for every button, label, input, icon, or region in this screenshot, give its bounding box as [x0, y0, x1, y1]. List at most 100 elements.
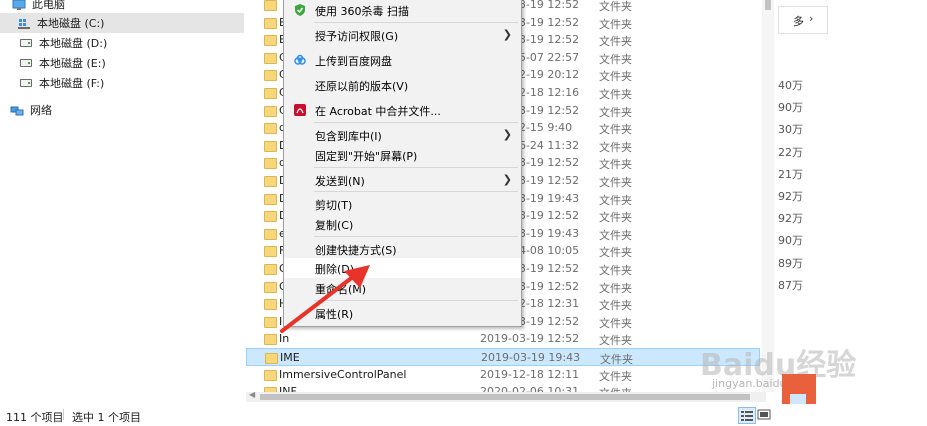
nav-label: 本地磁盘 (E:) — [39, 57, 106, 70]
menu-item-cut[interactable]: 剪切(T) — [284, 194, 521, 214]
drive-icon — [20, 39, 32, 47]
menu-item-pin-start[interactable]: 固定到"开始"屏幕(P) — [284, 145, 521, 165]
menu-label: 上传到百度网盘 — [315, 55, 392, 68]
file-date: 2019-03-19 12:52 — [480, 332, 580, 346]
menu-label: 使用 360杀毒 扫描 — [315, 5, 409, 18]
computer-icon — [12, 0, 26, 10]
thumbnail-preview — [790, 394, 806, 404]
folder-icon — [264, 35, 277, 47]
details-view-icon[interactable] — [738, 407, 756, 424]
nav-item-drive-e[interactable]: 本地磁盘 (E:) — [0, 53, 244, 73]
count-value: 90万 — [778, 234, 803, 248]
network-icon — [10, 105, 24, 116]
menu-item-copy[interactable]: 复制(C) — [284, 214, 521, 234]
window-thumbnail[interactable] — [782, 374, 816, 404]
menu-label: 在 Acrobat 中合并文件... — [315, 105, 441, 118]
right-panel: 多 › 40万 90万 30万 22万 21万 92万 92万 90万 89万 87万 Baidu… — [700, 0, 927, 404]
folder-icon — [264, 228, 277, 240]
count-value: 90万 — [778, 101, 803, 115]
folder-icon — [264, 105, 277, 117]
file-row[interactable]: ImmersiveControlPanel 2019-12-18 12:11 文件夹 — [246, 366, 760, 384]
file-type: 文件夹 — [599, 299, 632, 313]
nav-item-drive-f[interactable]: 本地磁盘 (F:) — [0, 73, 244, 93]
nav-item-this-pc[interactable]: 此电脑 — [0, 0, 244, 14]
nav-label: 本地磁盘 (D:) — [39, 37, 108, 50]
drive-icon — [20, 59, 32, 67]
file-type: 文件夹 — [599, 52, 632, 66]
more-button[interactable]: 多 › — [778, 6, 828, 34]
file-type: 文件夹 — [599, 105, 632, 119]
count-value: 30万 — [778, 123, 803, 137]
navigation-pane: 此电脑 本地磁盘 (C:) 本地磁盘 (D:) 本地磁盘 (E:) 本地磁盘 (… — [0, 0, 244, 404]
large-icons-view-icon[interactable] — [757, 408, 771, 421]
menu-label: 剪切(T) — [315, 199, 353, 212]
file-type: 文件夹 — [600, 353, 633, 366]
nav-label: 网络 — [30, 104, 52, 117]
file-name: IME — [280, 351, 300, 364]
file-type: 文件夹 — [599, 176, 632, 189]
menu-label: 还原以前的版本(V) — [315, 80, 409, 93]
status-bar: 111 个项目 选中 1 个项目 — [0, 404, 927, 424]
folder-icon — [264, 158, 277, 170]
chevron-right-icon: ❯ — [502, 128, 512, 141]
nav-item-network[interactable]: 网络 — [0, 100, 244, 120]
file-type: 文件夹 — [599, 88, 632, 101]
360-shield-icon — [293, 3, 307, 17]
menu-item-360-scan[interactable]: 使用 360杀毒 扫描 — [284, 0, 521, 20]
menu-label: 固定到"开始"屏幕(P) — [315, 150, 418, 163]
file-type: 文件夹 — [599, 0, 632, 13]
file-type: 文件夹 — [599, 228, 632, 242]
menu-item-include-library[interactable]: 包含到库中(I) ❯ — [284, 125, 521, 145]
menu-item-grant-access[interactable]: 授予访问权限(G) ❯ — [284, 25, 521, 45]
file-type: 文件夹 — [599, 193, 632, 207]
horizontal-scrollbar[interactable]: ◀ — [246, 390, 766, 402]
drive-c-icon — [17, 18, 31, 29]
baidu-cloud-icon — [293, 53, 307, 67]
folder-icon — [265, 353, 278, 364]
file-type: 文件夹 — [599, 316, 632, 330]
folder-icon — [264, 17, 277, 29]
file-name: ImmersiveControlPanel — [279, 367, 407, 381]
menu-separator — [314, 191, 518, 192]
scroll-thumb[interactable] — [260, 394, 750, 400]
count-value: 21万 — [778, 167, 803, 181]
menu-item-restore-versions[interactable]: 还原以前的版本(V) — [284, 75, 521, 95]
folder-icon — [264, 369, 277, 381]
file-type: 文件夹 — [599, 369, 632, 383]
more-label: 多 — [793, 15, 804, 28]
menu-item-send-to[interactable]: 发送到(N) ❯ — [284, 170, 521, 190]
folder-icon — [264, 176, 277, 187]
chevron-right-icon: ❯ — [502, 173, 512, 186]
nav-label: 本地磁盘 (F:) — [39, 77, 105, 90]
acrobat-icon — [293, 103, 307, 117]
file-type: 文件夹 — [599, 281, 632, 295]
nav-item-drive-d[interactable]: 本地磁盘 (D:) — [0, 33, 244, 53]
scroll-left-icon[interactable]: ◀ — [249, 390, 255, 399]
menu-item-baidu-upload[interactable]: 上传到百度网盘 — [284, 50, 521, 70]
chevron-right-icon: › — [809, 12, 814, 25]
file-row[interactable]: IME 2019-03-19 19:43 文件夹 — [246, 348, 760, 366]
menu-separator — [314, 22, 518, 23]
menu-label: 授予访问权限(G) — [315, 30, 399, 43]
menu-separator — [314, 167, 518, 168]
menu-label: 包含到库中(I) — [315, 130, 382, 143]
folder-icon — [264, 0, 277, 11]
menu-item-acrobat-merge[interactable]: 在 Acrobat 中合并文件... — [284, 100, 521, 120]
file-type: 文件夹 — [599, 158, 632, 172]
nav-label: 此电脑 — [32, 0, 65, 11]
drive-icon — [20, 79, 32, 87]
nav-item-drive-c[interactable]: 本地磁盘 (C:) — [0, 13, 244, 33]
folder-icon — [264, 123, 277, 135]
folder-icon — [264, 211, 277, 223]
file-date: 2019-03-19 19:43 — [481, 351, 581, 364]
count-value: 92万 — [778, 190, 803, 203]
folder-icon — [264, 52, 277, 64]
file-type: 文件夹 — [599, 211, 632, 225]
file-type: 文件夹 — [599, 264, 632, 277]
count-value: 87万 — [778, 278, 803, 292]
folder-icon — [264, 193, 277, 205]
file-type: 文件夹 — [599, 70, 632, 84]
count-value: 22万 — [778, 145, 803, 159]
item-count: 111 个项目 — [6, 411, 64, 424]
file-type: 文件夹 — [599, 334, 632, 348]
